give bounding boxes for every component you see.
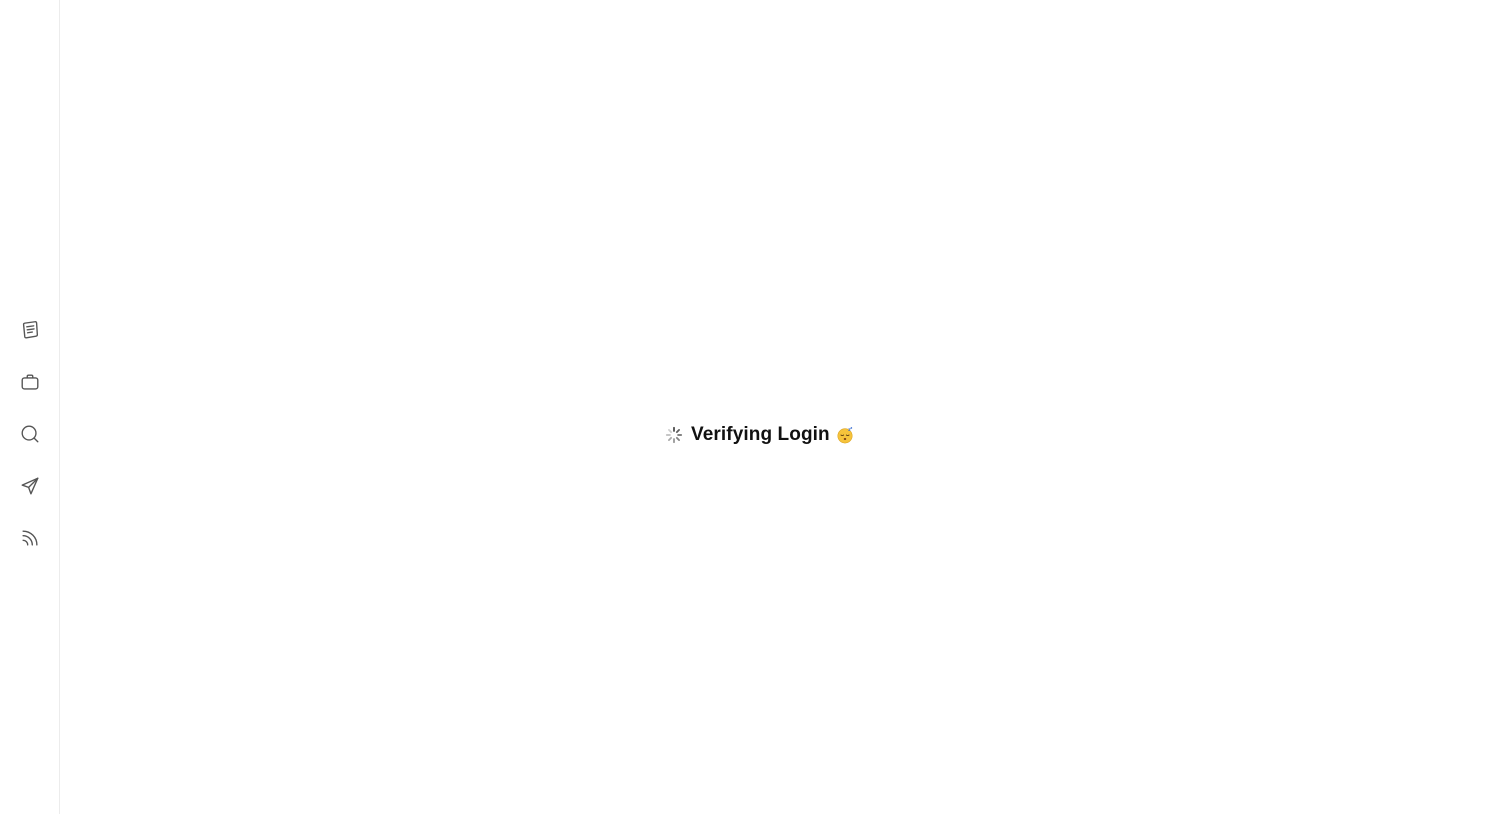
- spinner-icon: [665, 426, 683, 444]
- loading-indicator: Verifying Login z z: [665, 423, 854, 447]
- briefcase-icon: [21, 374, 39, 390]
- loading-text: Verifying Login: [691, 424, 830, 445]
- feed-icon: [22, 530, 38, 546]
- sidebar-item-feed[interactable]: [16, 524, 44, 552]
- notes-icon: [22, 321, 39, 339]
- search-icon: [21, 425, 39, 443]
- app-root: Verifying Login z z: [0, 0, 1512, 814]
- svg-text:z: z: [850, 426, 852, 430]
- sidebar-item-notes[interactable]: [16, 316, 44, 344]
- sidebar-item-briefcase[interactable]: [16, 368, 44, 396]
- sidebar-item-send[interactable]: [16, 472, 44, 500]
- sidebar-item-search[interactable]: [16, 420, 44, 448]
- sidebar: [0, 0, 60, 814]
- sleeping-face-icon: z z: [837, 426, 853, 444]
- send-icon: [21, 477, 39, 495]
- main-content: [60, 0, 1512, 814]
